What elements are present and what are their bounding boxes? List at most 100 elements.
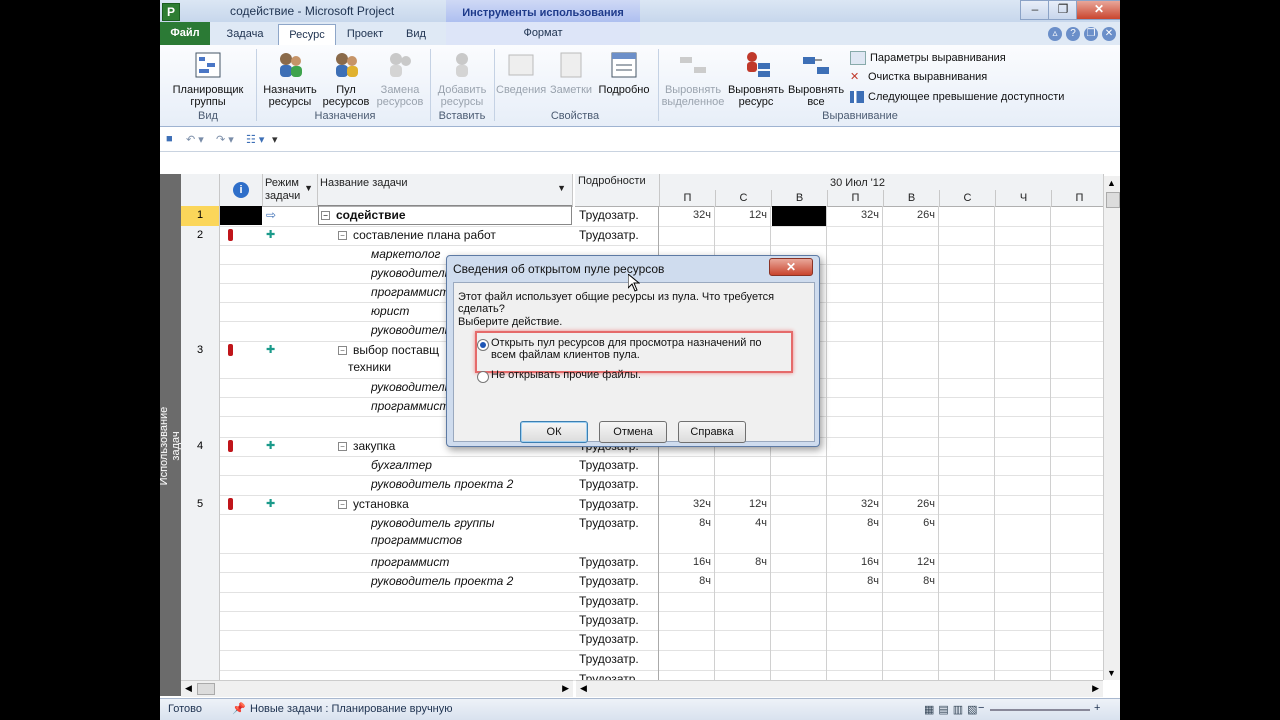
restore-button[interactable]: ❐: [1048, 0, 1078, 20]
leveling-options-button[interactable]: Параметры выравнивания: [850, 51, 1006, 65]
work-value-cell[interactable]: [996, 630, 1051, 650]
work-value-cell[interactable]: [940, 592, 995, 611]
work-value-cell[interactable]: [996, 495, 1051, 514]
indicators-header[interactable]: i: [220, 174, 263, 207]
row-number[interactable]: [181, 553, 220, 572]
detail-cell[interactable]: Трудозатр.: [575, 514, 659, 553]
mode-sort-icon[interactable]: ▼: [304, 183, 313, 193]
work-value-cell[interactable]: [940, 397, 995, 416]
work-value-cell[interactable]: [1052, 592, 1107, 611]
work-value-cell[interactable]: [940, 341, 995, 378]
detail-cell[interactable]: Трудозатр.: [575, 630, 659, 650]
work-value-cell[interactable]: [828, 650, 883, 670]
work-value-cell[interactable]: [1052, 206, 1107, 226]
work-value-cell[interactable]: [1052, 475, 1107, 495]
collapse-icon[interactable]: −: [338, 442, 347, 452]
work-value-cell[interactable]: [940, 283, 995, 302]
clear-leveling-button[interactable]: ✕ Очистка выравнивания: [850, 71, 987, 83]
work-value-cell[interactable]: [1052, 650, 1107, 670]
scroll-down-icon[interactable]: ▼: [1107, 668, 1116, 678]
task-name-cell[interactable]: руководитель проекта 2: [371, 477, 572, 491]
row-number[interactable]: [181, 397, 220, 416]
detail-cell[interactable]: Трудозатр.: [575, 592, 659, 611]
work-value-cell[interactable]: [996, 283, 1051, 302]
collapse-icon[interactable]: −: [321, 211, 330, 221]
work-value-cell[interactable]: [1052, 514, 1107, 553]
timescale-hscrollbar[interactable]: ◀ ▶: [576, 680, 1103, 697]
work-value-cell[interactable]: [884, 416, 939, 437]
work-value-cell[interactable]: [884, 226, 939, 245]
work-value-cell[interactable]: [940, 553, 995, 572]
work-value-cell[interactable]: [940, 630, 995, 650]
work-value-cell[interactable]: [1052, 611, 1107, 630]
work-value-cell[interactable]: [996, 670, 1051, 680]
notes-button[interactable]: Заметки: [548, 49, 594, 96]
minimize-ribbon-icon[interactable]: ▵: [1048, 27, 1062, 41]
doc-close-icon[interactable]: ✕: [1102, 27, 1116, 41]
work-value-cell[interactable]: [996, 226, 1051, 245]
work-value-cell[interactable]: 12ч: [716, 495, 771, 514]
row-number[interactable]: [181, 321, 220, 341]
row-number[interactable]: [181, 302, 220, 321]
tab-view[interactable]: Вид: [396, 24, 436, 44]
work-value-cell[interactable]: [828, 226, 883, 245]
work-value-cell[interactable]: [828, 630, 883, 650]
work-value-cell[interactable]: [940, 378, 995, 397]
level-all-button[interactable]: Выровнять все: [786, 49, 846, 108]
zoom-slider[interactable]: [990, 709, 1090, 711]
work-value-cell[interactable]: [940, 650, 995, 670]
detail-cell[interactable]: Трудозатр.: [575, 495, 659, 514]
work-value-cell[interactable]: [1052, 397, 1107, 416]
task-name-cell[interactable]: руководитель проекта 2: [371, 574, 572, 588]
zoom-out-icon[interactable]: −: [978, 702, 984, 714]
row-number[interactable]: 1: [181, 206, 220, 226]
work-value-cell[interactable]: [772, 226, 827, 245]
tab-file[interactable]: Файл: [160, 22, 210, 45]
work-value-cell[interactable]: [996, 592, 1051, 611]
row-number[interactable]: [181, 650, 220, 670]
work-value-cell[interactable]: [940, 226, 995, 245]
work-value-cell[interactable]: [1052, 553, 1107, 572]
work-value-cell[interactable]: [996, 572, 1051, 592]
work-value-cell[interactable]: [772, 495, 827, 514]
tab-resource[interactable]: Ресурс: [278, 24, 336, 46]
zoom-in-icon[interactable]: +: [1094, 702, 1100, 714]
task-name-cell[interactable]: − содействие: [321, 208, 572, 222]
work-value-cell[interactable]: 4ч: [716, 514, 771, 553]
row-number[interactable]: 3: [181, 341, 220, 378]
work-value-cell[interactable]: [996, 553, 1051, 572]
hscroll-thumb[interactable]: [197, 683, 215, 695]
work-value-cell[interactable]: [996, 514, 1051, 553]
customize-qat-icon[interactable]: ▾: [272, 133, 278, 146]
work-value-cell[interactable]: [996, 321, 1051, 341]
work-value-cell[interactable]: [1052, 226, 1107, 245]
dont-open-label[interactable]: Не открывать прочие файлы.: [491, 369, 641, 381]
row-number[interactable]: [181, 670, 220, 680]
work-value-cell[interactable]: [1052, 321, 1107, 341]
work-value-cell[interactable]: [884, 437, 939, 456]
cancel-button[interactable]: Отмена: [599, 421, 667, 443]
work-value-cell[interactable]: [828, 264, 883, 283]
row-number[interactable]: [181, 378, 220, 397]
work-value-cell[interactable]: 12ч: [716, 206, 771, 226]
work-value-cell[interactable]: [716, 611, 771, 630]
work-value-cell[interactable]: [660, 226, 715, 245]
work-value-cell[interactable]: [940, 245, 995, 264]
work-value-cell[interactable]: [884, 302, 939, 321]
work-value-cell[interactable]: [1052, 245, 1107, 264]
work-value-cell[interactable]: [884, 630, 939, 650]
work-value-cell[interactable]: [940, 670, 995, 680]
work-value-cell[interactable]: 32ч: [828, 206, 883, 226]
work-value-cell[interactable]: [996, 302, 1051, 321]
vertical-scrollbar[interactable]: ▲ ▼: [1103, 176, 1120, 680]
row-number[interactable]: [181, 475, 220, 495]
work-value-cell[interactable]: [828, 378, 883, 397]
row-number[interactable]: [181, 456, 220, 475]
work-value-cell[interactable]: [716, 456, 771, 475]
work-value-cell[interactable]: [828, 592, 883, 611]
work-value-cell[interactable]: [660, 670, 715, 680]
dont-open-radio[interactable]: [477, 371, 489, 383]
work-value-cell[interactable]: [884, 245, 939, 264]
work-value-cell[interactable]: [940, 572, 995, 592]
timescale-left-icon[interactable]: ◀: [580, 683, 587, 694]
